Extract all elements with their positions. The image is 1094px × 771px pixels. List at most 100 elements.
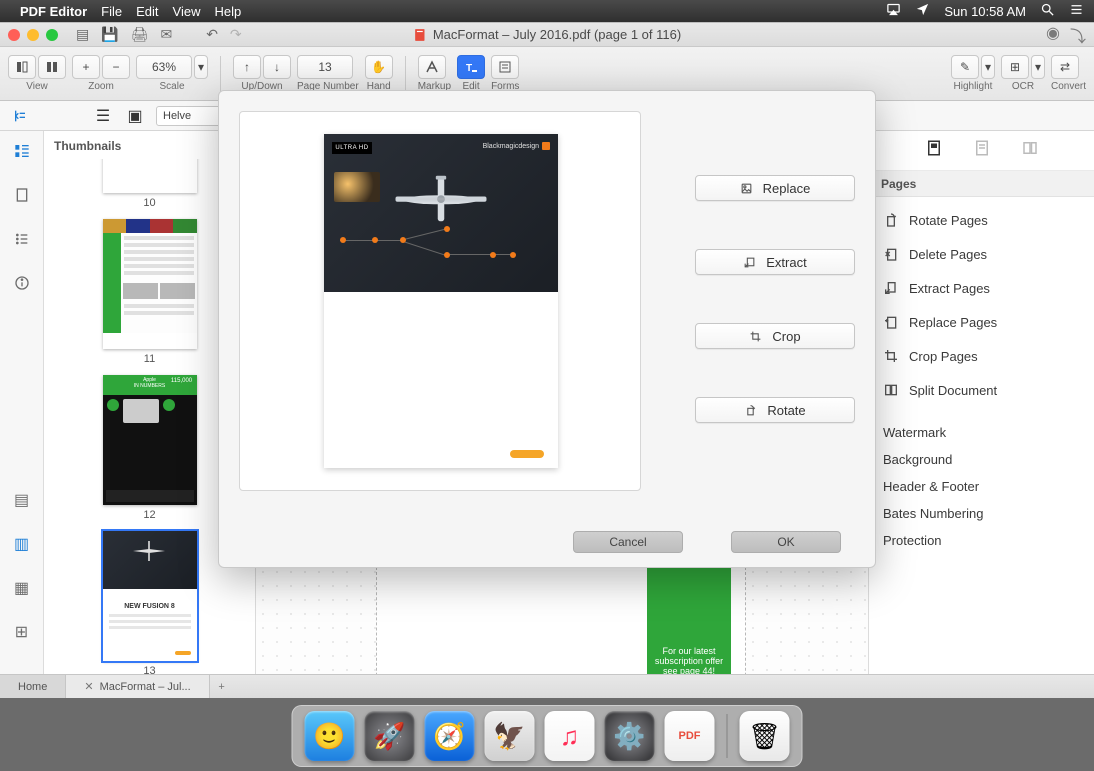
menu-view[interactable]: View (173, 4, 201, 19)
replace-button[interactable]: Replace (695, 175, 855, 201)
home-tab[interactable]: Home (0, 675, 66, 698)
itunes-icon[interactable]: ♫ (545, 711, 595, 761)
ultrahd-badge: ULTRA HD (332, 142, 372, 154)
document-tab[interactable]: ✕MacFormat – Jul... (66, 675, 209, 698)
print-icon[interactable]: 🖨 (131, 26, 149, 43)
watermark-item[interactable]: Watermark (869, 419, 1094, 446)
close-tab-icon[interactable]: ✕ (84, 680, 93, 693)
brand-label: Blackmagicdesign (483, 142, 550, 150)
close-window-button[interactable] (8, 29, 20, 41)
menu-edit[interactable]: Edit (136, 4, 158, 19)
crop-button[interactable]: Crop (695, 323, 855, 349)
mail-icon[interactable]: 🦅 (485, 711, 535, 761)
tool-highlight: ✎▾ Highlight (951, 55, 995, 92)
pdf-editor-app-icon[interactable]: PDF (665, 711, 715, 761)
trash-icon[interactable]: 🗑 (740, 711, 790, 761)
pages-tab-icon[interactable] (925, 139, 943, 162)
add-tab-button[interactable]: + (210, 675, 234, 698)
layout-2-icon[interactable]: ▥ (12, 534, 32, 554)
layout-1-icon[interactable]: ▤ (12, 490, 32, 510)
bookmarks-tab-icon[interactable] (12, 185, 32, 205)
finder-icon[interactable]: 🙂 (305, 711, 355, 761)
text-flow-icon[interactable] (10, 105, 32, 127)
zoom-window-button[interactable] (46, 29, 58, 41)
ocr-menu[interactable]: ▾ (1031, 55, 1045, 79)
bates-numbering-item[interactable]: Bates Numbering (869, 500, 1094, 527)
page-down-button[interactable]: ↓ (263, 55, 291, 79)
thumbnails-tab-icon[interactable] (12, 141, 32, 161)
content-tab-icon[interactable] (973, 139, 991, 162)
undo-icon[interactable]: ↶ (206, 26, 218, 43)
save-icon[interactable]: 💾 (101, 26, 118, 43)
convert-button[interactable]: ⇄ (1051, 55, 1079, 79)
markup-button[interactable] (418, 55, 446, 79)
document-tabbar: Home ✕MacFormat – Jul... + (0, 674, 1094, 698)
dialog-preview-page: ULTRA HD Blackmagicdesign (324, 134, 558, 468)
app-name[interactable]: PDF Editor (20, 4, 87, 19)
layout-3-icon[interactable]: ▦ (12, 578, 32, 598)
menu-file[interactable]: File (101, 4, 122, 19)
rotate-pages-item[interactable]: Rotate Pages (869, 203, 1094, 237)
image-icon[interactable]: ▣ (124, 105, 146, 127)
spotlight-icon[interactable] (1040, 2, 1055, 20)
clock[interactable]: Sun 10:58 AM (944, 4, 1026, 19)
ok-button[interactable]: OK (731, 531, 841, 553)
tool-updown: ↑ ↓ Up/Down (233, 55, 291, 92)
highlight-button[interactable]: ✎ (951, 55, 979, 79)
toolbar-divider (220, 56, 221, 92)
align-icon[interactable]: ☰ (92, 105, 114, 127)
header-footer-item[interactable]: Header & Footer (869, 473, 1094, 500)
share-icon[interactable]: ⤵ (1070, 23, 1086, 47)
menu-help[interactable]: Help (214, 4, 241, 19)
tool-markup: Markup (418, 55, 451, 92)
info-tab-icon[interactable] (12, 273, 32, 293)
safari-icon[interactable]: 🧭 (425, 711, 475, 761)
layout-4-icon[interactable]: ⊞ (12, 622, 32, 642)
highlight-menu[interactable]: ▾ (981, 55, 995, 79)
dock: 🙂 🚀 🧭 🦅 ♫ ⚙️ PDF 🗑 (292, 705, 803, 767)
mail-icon[interactable]: ✉ (160, 26, 172, 43)
extract-pages-item[interactable]: Extract Pages (869, 271, 1094, 305)
background-item[interactable]: Background (869, 446, 1094, 473)
edit-mode-button[interactable]: T (457, 55, 485, 79)
outline-tab-icon[interactable] (12, 229, 32, 249)
page-up-button[interactable]: ↑ (233, 55, 261, 79)
crop-pages-item[interactable]: Crop Pages (869, 339, 1094, 373)
system-preferences-icon[interactable]: ⚙️ (605, 711, 655, 761)
tool-scale: 63%▾ Scale (136, 55, 208, 92)
zoom-out-button[interactable]: − (102, 55, 130, 79)
hand-tool-button[interactable]: ✋ (365, 55, 393, 79)
preview-thumbnail-image (334, 172, 380, 202)
layout-tab-icon[interactable] (1021, 139, 1039, 162)
view-double-button[interactable] (38, 55, 66, 79)
delete-pages-item[interactable]: Delete Pages (869, 237, 1094, 271)
split-document-item[interactable]: Split Document (869, 373, 1094, 407)
airplay-icon[interactable] (886, 2, 901, 20)
forms-button[interactable] (491, 55, 519, 79)
sidebar-toggle-icon[interactable]: ▤ (76, 26, 89, 43)
rotate-button[interactable]: Rotate (695, 397, 855, 423)
location-icon[interactable] (915, 2, 930, 20)
tool-page-number: 13 Page Number (297, 55, 359, 92)
notification-center-icon[interactable] (1069, 2, 1084, 20)
ocr-button[interactable]: ⊞ (1001, 55, 1029, 79)
minimize-window-button[interactable] (27, 29, 39, 41)
replace-pages-item[interactable]: Replace Pages (869, 305, 1094, 339)
redo-icon[interactable]: ↷ (230, 26, 242, 43)
page-number-field[interactable]: 13 (297, 55, 353, 79)
zoom-in-button[interactable]: + (72, 55, 100, 79)
tool-view: View (8, 55, 66, 92)
scale-field[interactable]: 63% (136, 55, 192, 79)
cancel-button[interactable]: Cancel (573, 531, 683, 553)
system-menubar: PDF Editor File Edit View Help Sun 10:58… (0, 0, 1094, 22)
right-panel: Pages Rotate Pages Delete Pages Extract … (868, 131, 1094, 674)
launchpad-icon[interactable]: 🚀 (365, 711, 415, 761)
scale-stepper[interactable]: ▾ (194, 55, 208, 79)
window-controls (8, 29, 58, 41)
tool-convert: ⇄ Convert (1051, 55, 1086, 92)
extract-button[interactable]: Extract (695, 249, 855, 275)
view-single-button[interactable] (8, 55, 36, 79)
protection-item[interactable]: Protection (869, 527, 1094, 554)
view-mode-icon[interactable]: ◉ (1046, 23, 1060, 47)
node-graph (340, 230, 542, 278)
